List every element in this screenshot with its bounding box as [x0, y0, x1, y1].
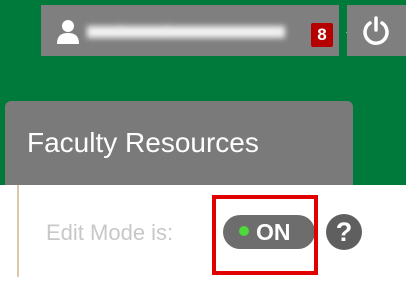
- header-band: Jacobson Kim 8 Faculty Resources: [0, 0, 406, 185]
- power-icon: [361, 16, 391, 46]
- content-area: Edit Mode is: ON ?: [0, 185, 406, 297]
- edit-mode-label: Edit Mode is:: [46, 220, 174, 245]
- user-name: Jacobson Kim: [87, 20, 285, 44]
- status-dot-icon: [239, 226, 249, 236]
- divider: [17, 185, 19, 277]
- tab-faculty-resources[interactable]: Faculty Resources: [5, 101, 353, 185]
- help-button[interactable]: ?: [326, 214, 362, 250]
- edit-mode-toggle[interactable]: ON: [223, 215, 315, 249]
- tab-title: Faculty Resources: [27, 127, 259, 158]
- user-menu[interactable]: Jacobson Kim 8: [41, 5, 360, 56]
- edit-mode-state: ON: [256, 219, 291, 245]
- user-icon: [55, 18, 81, 44]
- notification-badge[interactable]: 8: [311, 23, 333, 47]
- logout-button[interactable]: [347, 5, 406, 56]
